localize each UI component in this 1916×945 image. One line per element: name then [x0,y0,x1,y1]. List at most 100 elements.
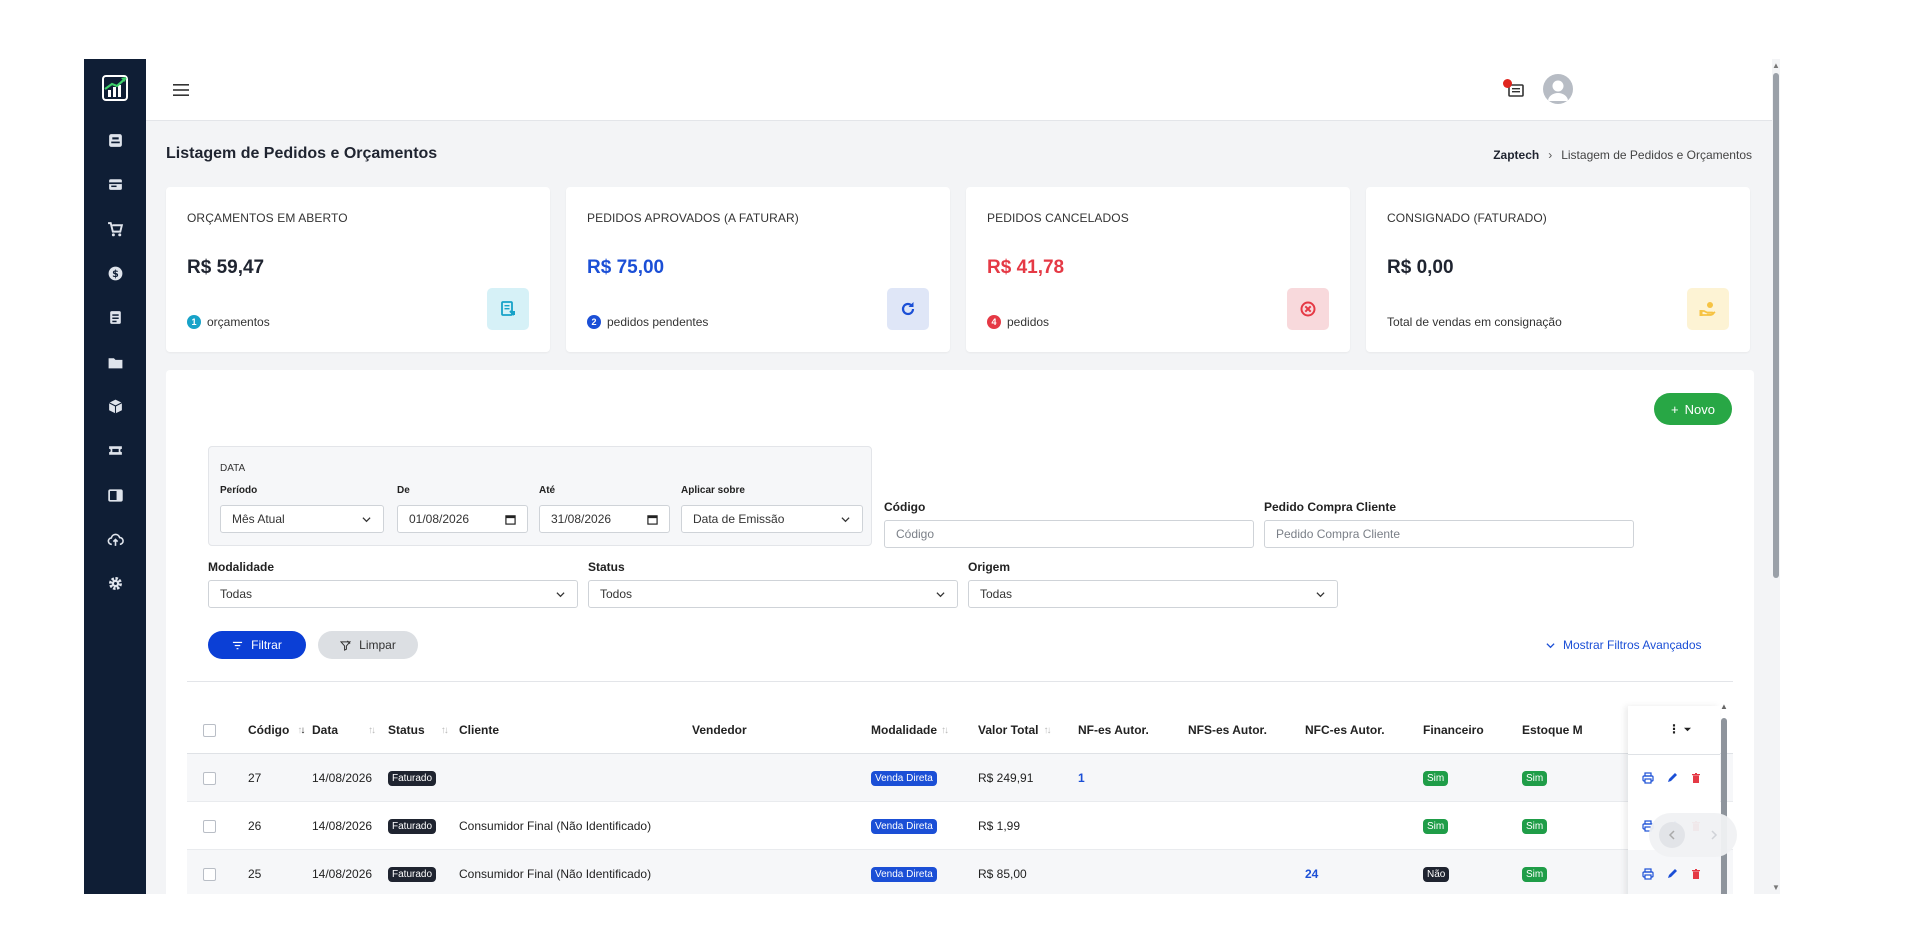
status-label: Status [588,560,625,574]
pedido-cliente-input[interactable]: Pedido Compra Cliente [1264,520,1634,548]
aplicar-select[interactable]: Data de Emissão [681,505,863,533]
card-pedidos-aprovados[interactable]: PEDIDOS APROVADOS (A FATURAR) R$ 75,00 2… [566,187,950,352]
col-financeiro-label: Financeiro [1423,723,1484,737]
logo-chart-icon[interactable] [100,73,130,103]
col-valor-label: Valor Total [978,723,1039,737]
table-row[interactable]: 26 14/08/2026 Faturado Consumidor Final … [187,802,1733,850]
col-cliente-label: Cliente [459,723,500,737]
folder-icon[interactable] [101,348,129,376]
col-nfe[interactable]: NF-es Autor. [1078,706,1149,754]
menu-icon[interactable] [170,79,192,101]
cube-icon[interactable] [101,392,129,420]
cell-modalidade: Venda Direta [871,754,937,802]
print-icon[interactable] [1642,868,1654,880]
row-checkbox[interactable] [203,754,216,802]
sort-icon[interactable]: ↑↓ [297,725,305,736]
row-checkbox[interactable] [203,850,216,894]
date-filter-group: DATA Período Mês Atual De 01/08/2026 Até… [208,446,872,546]
row-checkbox[interactable] [203,802,216,850]
sort-icon[interactable]: ↑↓ [941,725,949,736]
advanced-filters-link[interactable]: Mostrar Filtros Avançados [1546,638,1702,652]
cell-nfce-link[interactable]: 24 [1305,850,1318,894]
calendar-icon[interactable] [647,514,658,525]
count-badge: 4 [987,315,1001,329]
cell-data: 14/08/2026 [312,867,373,881]
col-status[interactable]: Status ↑↓ [388,706,449,754]
select-all-checkbox[interactable] [203,706,216,754]
card-pedidos-cancelados[interactable]: PEDIDOS CANCELADOS R$ 41,78 4 pedidos [966,187,1350,352]
edit-icon[interactable] [1666,772,1678,784]
de-date-input[interactable]: 01/08/2026 [397,505,528,533]
status-value: Todos [600,587,633,601]
card-subtitle: 1 orçamentos [187,315,270,329]
col-vendedor[interactable]: Vendedor [692,706,747,754]
codigo-input[interactable]: Código [884,520,1254,548]
scroll-left-button[interactable] [1659,822,1685,848]
col-nfse-label: NFS-es Autor. [1188,723,1267,737]
edit-icon[interactable] [1666,868,1678,880]
sort-icon[interactable]: ↑↓ [1043,725,1051,736]
pedido-cliente-label: Pedido Compra Cliente [1264,500,1397,514]
chevron-down-icon [936,592,945,598]
cell-nfe-link[interactable]: 1 [1078,754,1085,802]
col-codigo[interactable]: Código ↑↓ [248,706,305,754]
scroll-up-icon[interactable]: ▲ [1720,702,1728,711]
clear-button[interactable]: Limpar [318,631,418,659]
col-estoque[interactable]: Estoque M [1522,706,1583,754]
col-nfce[interactable]: NFC-es Autor. [1305,706,1385,754]
ate-date-input[interactable]: 31/08/2026 [539,505,670,533]
sort-icon[interactable]: ↑↓ [368,725,376,736]
print-icon[interactable] [1642,772,1654,784]
table-scrollbar[interactable]: ▲ [1720,702,1729,894]
delete-icon[interactable] [1690,868,1702,880]
sort-icon[interactable]: ↑↓ [441,725,449,736]
box-icon[interactable] [101,126,129,154]
ticket-icon[interactable] [101,436,129,464]
breadcrumb: Zaptech › Listagem de Pedidos e Orçamentos [1493,148,1752,162]
col-valor-total[interactable]: Valor Total ↑↓ [978,706,1051,754]
page-scrollbar[interactable]: ▲ ▼ [1772,59,1780,894]
avatar[interactable] [1543,74,1573,104]
ate-value: 31/08/2026 [551,512,612,526]
document-icon[interactable] [101,481,129,509]
scroll-down-icon[interactable]: ▼ [1772,883,1780,892]
calendar-icon[interactable] [505,514,516,525]
periodo-select[interactable]: Mês Atual [220,505,384,533]
new-order-button[interactable]: + Novo [1654,393,1732,425]
cell-financeiro: Sim [1423,802,1449,850]
advanced-filters-label: Mostrar Filtros Avançados [1563,638,1702,652]
modalidade-select[interactable]: Todas [208,580,578,608]
delete-icon[interactable] [1690,772,1702,784]
scroll-up-icon[interactable]: ▲ [1772,61,1780,70]
cell-codigo: 25 [248,867,262,881]
gear-icon[interactable] [101,569,129,597]
breadcrumb-current: Listagem de Pedidos e Orçamentos [1561,148,1752,162]
page-scrollbar-thumb[interactable] [1773,73,1779,578]
scroll-right-button[interactable] [1701,822,1727,848]
card-title: CONSIGNADO (FATURADO) [1387,211,1547,225]
col-data[interactable]: Data ↑↓ [312,706,376,754]
status-select[interactable]: Todos [588,580,958,608]
table-row[interactable]: 25 14/08/2026 Faturado Consumidor Final … [187,850,1733,894]
notification-icon[interactable] [1502,77,1528,103]
coin-icon[interactable]: $ [101,259,129,287]
modalidade-value: Todas [220,587,253,601]
col-modalidade[interactable]: Modalidade ↑↓ [871,706,949,754]
origem-select[interactable]: Todas [968,580,1338,608]
wallet-icon[interactable] [101,170,129,198]
cell-estoque: Sim [1522,802,1548,850]
breadcrumb-home-link[interactable]: Zaptech [1493,148,1539,162]
col-nfse[interactable]: NFS-es Autor. [1188,706,1267,754]
card-consignado[interactable]: CONSIGNADO (FATURADO) R$ 0,00 Total de v… [1366,187,1750,352]
table-row[interactable]: 27 14/08/2026 Faturado Venda Direta R$ 2… [187,754,1733,802]
col-financeiro[interactable]: Financeiro [1423,706,1484,754]
filter-button[interactable]: Filtrar [208,631,306,659]
cloud-upload-icon[interactable] [101,525,129,553]
clipboard-icon[interactable] [101,303,129,331]
column-menu-button[interactable]: ⋮ [1668,722,1691,736]
cart-icon[interactable] [101,215,129,243]
table-scrollbar-thumb[interactable] [1721,718,1727,894]
app-window: $ ▲ ▼ Listagem de Pedidos e Orçamentos Z… [84,59,1780,894]
card-orcamentos-aberto[interactable]: ORÇAMENTOS EM ABERTO R$ 59,47 1 orçamento… [166,187,550,352]
col-cliente[interactable]: Cliente [459,706,499,754]
